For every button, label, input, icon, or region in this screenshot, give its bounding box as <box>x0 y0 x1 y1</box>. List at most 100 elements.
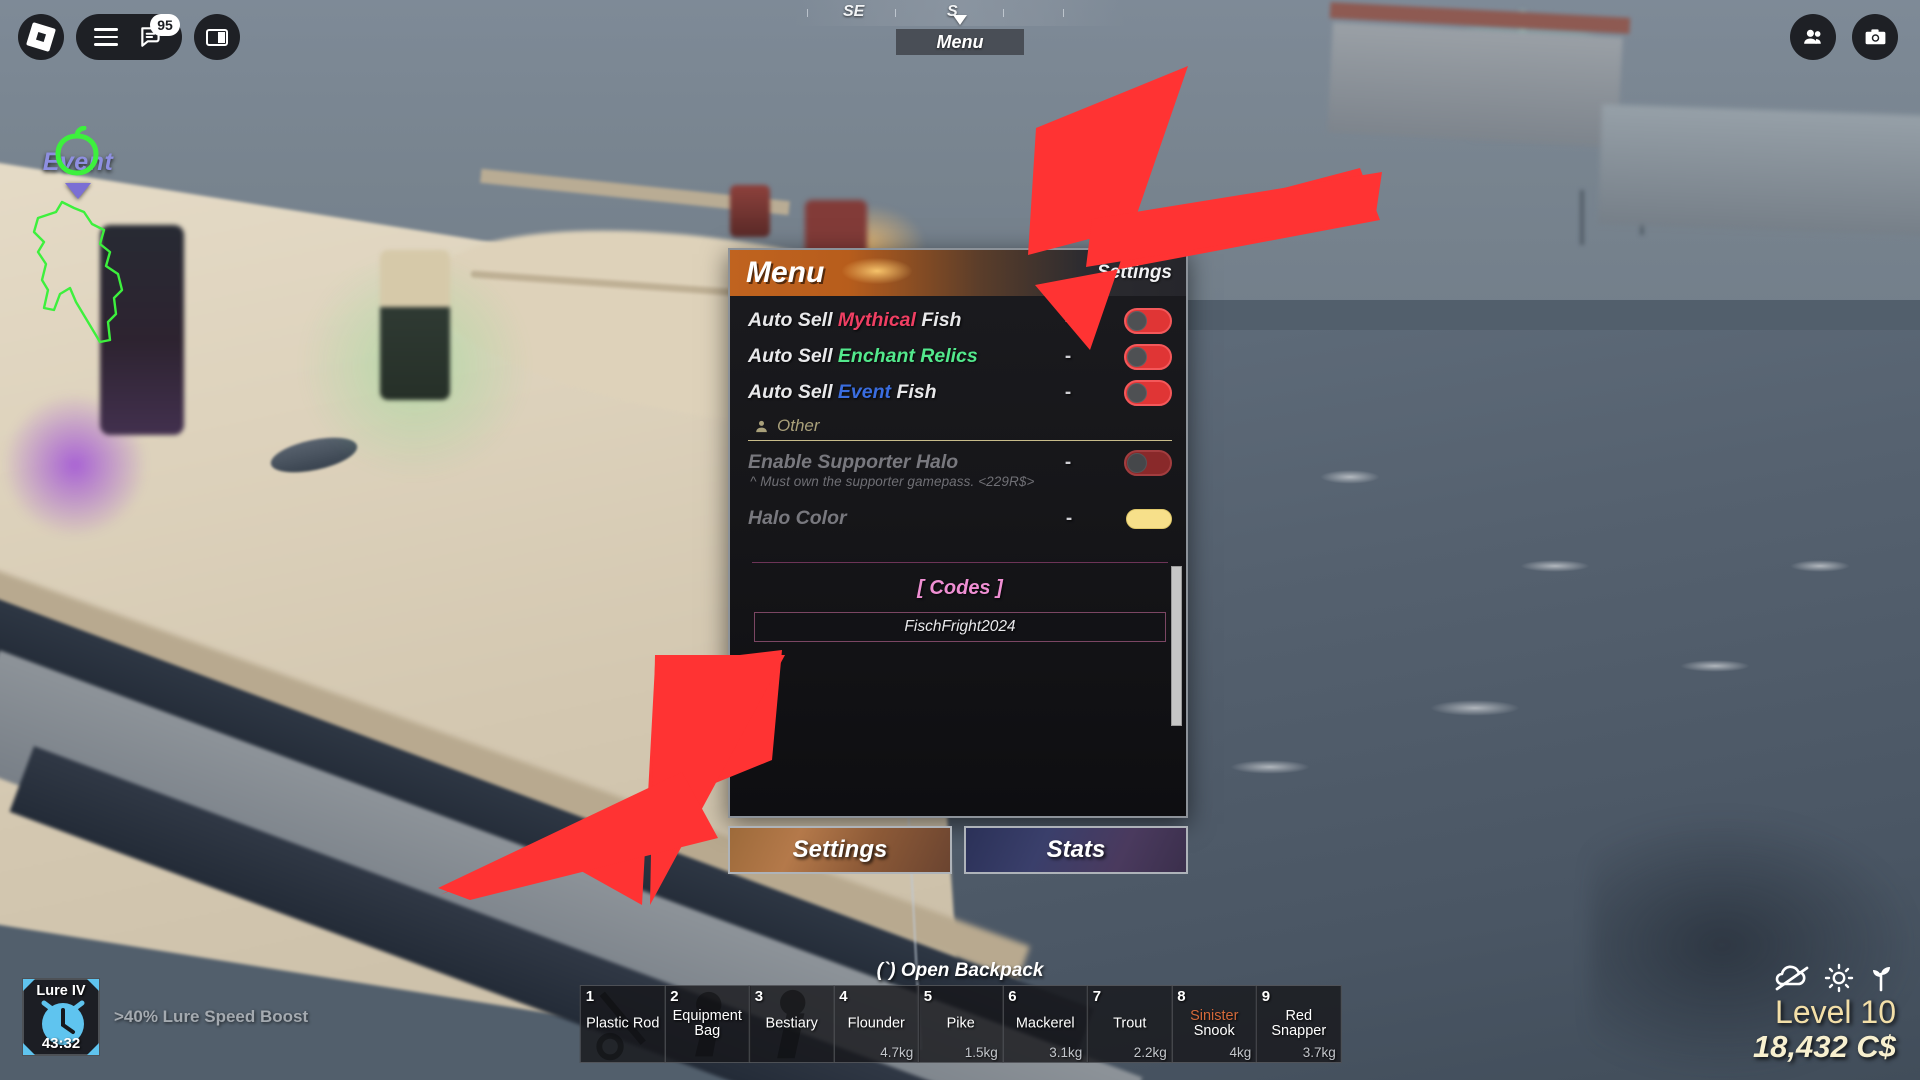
water-glint <box>1430 700 1520 716</box>
settings-button-label: Settings <box>792 836 888 863</box>
player-hud: Level 10 18,432 C$ <box>1753 963 1896 1064</box>
code-input-value: FischFright2024 <box>904 618 1016 635</box>
compass-tick <box>895 9 896 17</box>
water-glint <box>1520 560 1590 572</box>
option-row-auto-sell-event-fish[interactable]: Auto Sell Event Fish - <box>748 375 1172 410</box>
hotbar-slot-9[interactable]: 9 Red Snapper 3.7kg <box>1255 985 1342 1063</box>
slot-number: 3 <box>754 988 764 1005</box>
menu-section-label: Settings <box>1097 262 1172 283</box>
toggle-auto-sell-mythical[interactable] <box>1124 307 1172 334</box>
open-backpack-hint: (`) Open Backpack <box>876 960 1044 981</box>
no-cloud-icon <box>1775 965 1809 991</box>
code-input[interactable]: FischFright2024 <box>754 612 1166 642</box>
roblox-panel-toggle-button[interactable] <box>194 14 240 60</box>
slot-name: Flounder <box>847 1015 905 1032</box>
camera-icon <box>1865 28 1885 44</box>
toggle-auto-sell-enchant-relics[interactable] <box>1124 343 1172 370</box>
option-row-auto-sell-mythical[interactable]: Auto Sell Mythical Fish - <box>748 303 1172 338</box>
option-value: - <box>1064 345 1072 367</box>
toggle-knob <box>1127 346 1147 367</box>
slot-number: 6 <box>1008 988 1017 1005</box>
weather-icons <box>1753 963 1896 993</box>
hotbar-slot-4[interactable]: 4 Flounder 4.7kg <box>833 985 920 1063</box>
toggle-knob <box>1127 310 1147 331</box>
option-value: - <box>1065 507 1073 529</box>
menu-scrollbar[interactable] <box>1171 566 1182 726</box>
slot-name: Trout <box>1113 1015 1147 1032</box>
water-glint <box>1790 560 1850 572</box>
event-character-outline <box>32 200 124 344</box>
compass-tick <box>807 9 808 17</box>
pumpkin-outline-icon <box>55 126 99 176</box>
hotbar-slot-1[interactable]: 1 Plastic Rod <box>579 985 666 1063</box>
toggle-auto-sell-event-fish[interactable] <box>1124 379 1172 406</box>
person-icon <box>756 420 767 432</box>
slot-name: Red Snapper <box>1271 1007 1327 1039</box>
buff-timer: 43:32 <box>41 1035 81 1052</box>
menu-footer: Settings Stats <box>728 826 1188 874</box>
hotbar-slot-6[interactable]: 6 Mackerel 3.1kg <box>1002 985 1089 1063</box>
slot-number: 4 <box>839 988 848 1005</box>
hotbar-slot-8[interactable]: 8 Sinister Snook 4kg <box>1171 985 1258 1063</box>
screenshot-button[interactable] <box>1852 14 1898 60</box>
slot-number: 1 <box>585 988 595 1005</box>
sun-icon <box>1824 963 1854 992</box>
water-glint <box>1680 660 1750 672</box>
compass-tick <box>1003 9 1004 17</box>
hotbar-slot-2[interactable]: 2 Equipment Bag <box>664 985 751 1063</box>
supporter-note: ^ Must own the supporter gamepass. <229R… <box>750 474 1035 489</box>
water-pole <box>1580 190 1584 245</box>
panel-toggle-icon <box>206 28 228 46</box>
player-currency: 18,432 C$ <box>1752 1028 1896 1064</box>
roblox-home-button[interactable] <box>18 14 64 60</box>
menu-scroll-area[interactable]: Auto Sell Mythical Fish - Auto Sell Ench… <box>730 303 1186 816</box>
section-header-other: Other <box>748 410 1172 441</box>
menu-tab-button[interactable]: Menu <box>896 29 1024 55</box>
slot-weight: 2.2kg <box>1133 1045 1167 1060</box>
stone-ledge <box>1327 22 1623 148</box>
slot-number: 9 <box>1261 988 1271 1005</box>
roblox-menu-pill: 95 <box>76 14 182 60</box>
water-glint <box>1230 760 1310 774</box>
compass-tick <box>1063 9 1064 17</box>
toggle-knob <box>1127 382 1147 403</box>
hamburger-icon[interactable] <box>94 28 118 46</box>
codes-heading: [ Codes ] <box>917 577 1003 599</box>
player-level: Level 10 <box>1775 993 1896 1030</box>
roblox-logo-icon <box>26 22 56 52</box>
slot-name: Mackerel <box>1015 1015 1075 1032</box>
hotbar-slot-7[interactable]: 7 Trout 2.2kg <box>1086 985 1173 1063</box>
option-value: - <box>1064 451 1072 473</box>
chat-unread-badge: 95 <box>150 14 180 36</box>
stats-button[interactable]: Stats <box>964 826 1188 874</box>
slot-weight: 3.7kg <box>1302 1045 1336 1060</box>
buff-description: >40% Lure Speed Boost <box>114 1007 309 1026</box>
hotbar-slot-5[interactable]: 5 Pike 1.5kg <box>917 985 1004 1063</box>
menu-panel: Menu Settings Auto Sell Mythical Fish - … <box>728 248 1188 818</box>
halo-color-swatch[interactable] <box>1126 508 1172 529</box>
barrel <box>730 185 770 237</box>
players-list-button[interactable] <box>1790 14 1836 60</box>
toggle-enable-supporter-halo[interactable] <box>1124 449 1172 476</box>
page-title: Menu <box>746 256 825 289</box>
npc-character <box>380 250 450 400</box>
buff-widget: Lure IV 43:32 >40% Lure Speed Boost <box>22 978 308 1056</box>
compass-bar: SE S <box>795 0 1125 26</box>
menu-body: Auto Sell Mythical Fish - Auto Sell Ench… <box>730 296 1186 816</box>
option-label: Halo Color <box>748 507 847 529</box>
chat-button[interactable]: 95 <box>138 14 180 50</box>
water-glint <box>1320 470 1380 484</box>
stone-ledge <box>1598 104 1920 236</box>
section-label: Other <box>777 416 820 435</box>
option-row-halo-color[interactable]: Halo Color - <box>748 501 1172 536</box>
settings-button[interactable]: Settings <box>728 826 952 874</box>
slot-name: Pike <box>946 1015 975 1032</box>
option-label: Enable Supporter Halo <box>748 451 959 473</box>
codes-divider <box>752 562 1168 563</box>
slot-name: Sinister Snook <box>1190 1007 1239 1039</box>
slot-weight: 4.7kg <box>880 1045 914 1060</box>
hotbar-slot-3[interactable]: 3 Bestiary <box>748 985 835 1063</box>
option-row-auto-sell-enchant-relics[interactable]: Auto Sell Enchant Relics - <box>748 339 1172 374</box>
buff-card-lure-iv[interactable]: Lure IV 43:32 <box>22 978 100 1056</box>
hotbar: 1 Plastic Rod 2 Equipment Bag 3 Bestiary … <box>579 985 1342 1063</box>
